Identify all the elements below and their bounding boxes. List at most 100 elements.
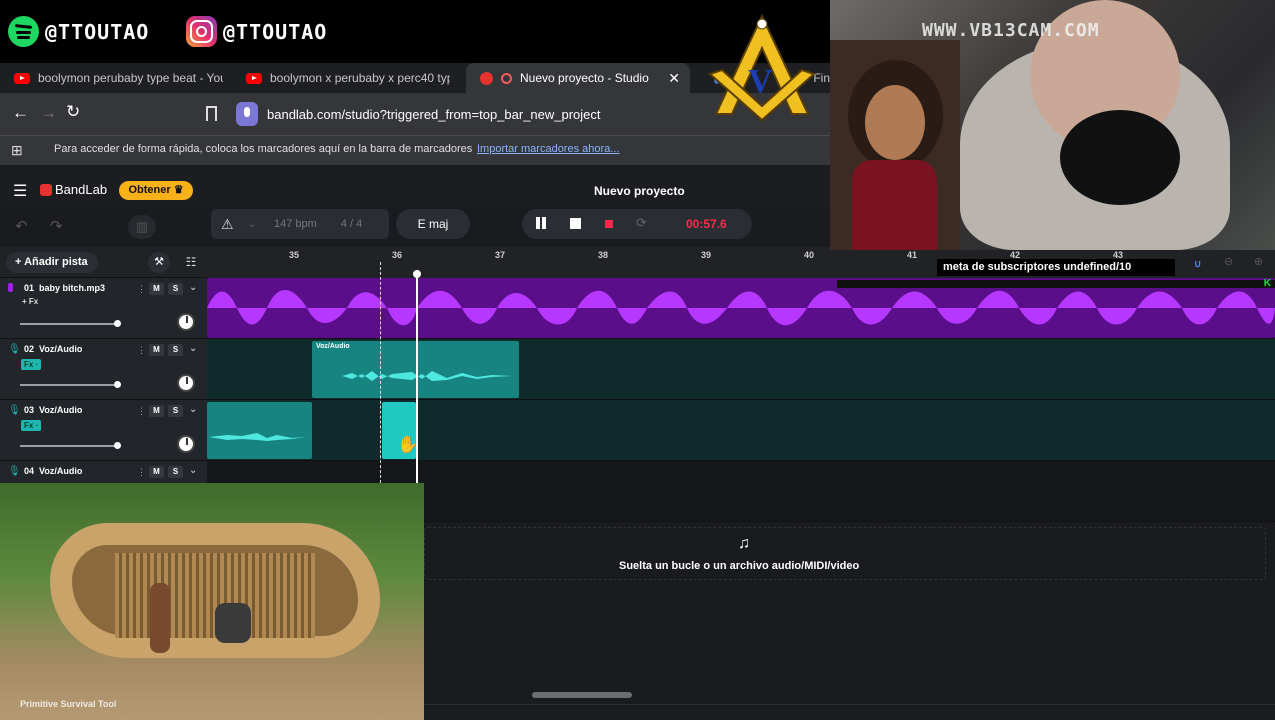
audio-clip-voz-2[interactable] (207, 402, 312, 459)
webcam-watermark: WWW.VB13CAM.COM (922, 20, 1100, 41)
track-expand-icon[interactable]: ⌄ (189, 404, 197, 415)
track-3-title[interactable]: 03 Voz/Audio (24, 405, 82, 415)
close-tab-icon[interactable]: ✕ (668, 70, 680, 87)
volume-handle[interactable] (114, 320, 121, 327)
youtube-icon (14, 72, 30, 84)
ruler-tick: 36 (392, 250, 403, 260)
track-2-pan-knob[interactable] (177, 374, 195, 392)
loop-icon[interactable]: ⟳ (636, 215, 647, 231)
track-2-solo[interactable]: S (168, 344, 183, 356)
track-header-4[interactable]: 🎙 04 Voz/Audio ⋮ M S ⌄ (0, 461, 207, 483)
mic-icon: 🎙 (8, 344, 21, 355)
track-1-mute[interactable]: M (149, 283, 164, 295)
undo-icon[interactable]: ↶ (15, 217, 28, 235)
waveform-clip (209, 433, 307, 441)
apps-grid-icon[interactable]: ⊞ (11, 142, 23, 159)
microphone (1060, 110, 1180, 205)
stop-icon[interactable] (570, 218, 581, 229)
back-arrow-icon[interactable]: ← (12, 103, 29, 123)
track-3-solo[interactable]: S (168, 405, 183, 417)
bandlab-logo-icon (40, 184, 52, 196)
zoom-in-icon[interactable]: ⊕ (1254, 255, 1263, 268)
track-expand-icon[interactable]: ⌄ (189, 282, 197, 293)
drop-zone[interactable]: ♫ Suelta un bucle o un archivo audio/MID… (424, 527, 1266, 580)
track-2-title[interactable]: 02 Voz/Audio (24, 344, 82, 354)
tab-youtube-1[interactable]: boolymon perubaby type beat - YouT (0, 63, 232, 93)
track-1-fx[interactable]: + Fx (22, 297, 38, 306)
track-1-solo[interactable]: S (168, 283, 183, 295)
track-expand-icon[interactable]: ⌄ (189, 343, 197, 354)
track-2-fx[interactable]: Fx · (21, 359, 42, 370)
forward-arrow-icon[interactable]: → (40, 103, 57, 123)
magnet-snap-icon[interactable]: ∪ (1194, 259, 1201, 270)
track-options-icon[interactable]: ⋮ (137, 467, 146, 478)
ruler-tick: 40 (804, 250, 815, 260)
track-1-title[interactable]: 01 baby bitch.mp3 (24, 283, 105, 293)
track-row-3[interactable]: ✋ (207, 400, 1275, 461)
loop-marker[interactable] (380, 262, 381, 483)
import-bookmarks-link[interactable]: Importar marcadores ahora... (477, 143, 619, 155)
playhead[interactable] (416, 270, 418, 483)
youtube-icon (246, 72, 262, 84)
project-title[interactable]: Nuevo proyecto (594, 184, 685, 198)
get-membership-button[interactable]: Obtener ♛ (119, 181, 193, 200)
bandlab-brand[interactable]: BandLab (55, 182, 107, 197)
track-header-3[interactable]: 🎙 03 Voz/Audio Fx · ⋮ M S ⌄ (0, 400, 207, 461)
reload-icon[interactable]: ↻ (66, 102, 80, 122)
mixer-icon[interactable]: ☷ (180, 252, 202, 273)
track-1-color-icon (8, 283, 13, 292)
track-1-volume-slider[interactable] (20, 320, 121, 327)
bandlab-tab-icon (480, 71, 493, 85)
track-3-volume-slider[interactable] (20, 442, 121, 449)
redo-icon[interactable]: ↷ (50, 217, 63, 235)
track-3-fx[interactable]: Fx · (21, 420, 42, 431)
playhead-handle[interactable] (413, 270, 421, 278)
track-options-icon[interactable]: ⋮ (137, 284, 146, 295)
spotify-handle: @TTOUTAO (8, 16, 149, 47)
record-icon[interactable] (605, 220, 613, 228)
track-3-pan-knob[interactable] (177, 435, 195, 453)
time-signature[interactable]: 4 / 4 (341, 218, 362, 230)
tab-youtube-2[interactable]: boolymon x perubaby x perc40 type (232, 63, 464, 93)
tool-wrench-icon[interactable]: ⚒ (148, 252, 170, 273)
track-header-1[interactable]: 01 baby bitch.mp3 + Fx ⋮ M S ⌄ (0, 278, 207, 339)
zoom-out-icon[interactable]: ⊖ (1224, 255, 1233, 268)
bpm-unit: bpm (295, 218, 317, 230)
subscriber-goal-text: meta de subscriptores undefined/10 (943, 261, 1132, 273)
bookmarks-hint: Para acceder de forma rápida, coloca los… (54, 143, 473, 155)
metronome-icon[interactable]: ⚠ (221, 216, 234, 233)
metronome-toggle-icon[interactable]: ▥ (128, 215, 156, 239)
bookmarks-bar: ⊞ Para acceder de forma rápida, coloca l… (0, 135, 830, 165)
bookmark-icon[interactable] (206, 106, 217, 121)
person-2 (215, 603, 251, 643)
get-button-label: Obtener (128, 184, 171, 196)
pause-icon[interactable] (536, 217, 540, 229)
tab-bandlab-studio[interactable]: Nuevo proyecto - Studio ✕ (466, 63, 690, 93)
metronome-dropdown-icon[interactable]: ⌄ (248, 219, 256, 230)
time-display: 00:57.6 (686, 217, 727, 231)
track-header-2[interactable]: 🎙 02 Voz/Audio Fx · ⋮ M S ⌄ (0, 339, 207, 400)
track-4-title[interactable]: 04 Voz/Audio (24, 466, 82, 476)
menu-icon[interactable]: ☰ (13, 181, 27, 201)
spotify-icon (8, 16, 39, 47)
volume-handle[interactable] (114, 381, 121, 388)
key-selector[interactable]: E maj (396, 209, 470, 239)
subscriber-goal-box: meta de subscriptores undefined/10 (937, 259, 1175, 276)
track-2-volume-slider[interactable] (20, 381, 121, 388)
track-options-icon[interactable]: ⋮ (137, 345, 146, 356)
track-3-mute[interactable]: M (149, 405, 164, 417)
track-expand-icon[interactable]: ⌄ (189, 465, 197, 476)
track-1-pan-knob[interactable] (177, 313, 195, 331)
track-row-2[interactable]: Voz/Audio (207, 339, 1275, 400)
mic-permission-icon[interactable] (236, 102, 258, 126)
address-bar-url[interactable]: bandlab.com/studio?triggered_from=top_ba… (267, 107, 601, 122)
track-4-mute[interactable]: M (149, 466, 164, 478)
add-track-button[interactable]: + Añadir pista (6, 252, 98, 273)
recording-icon (501, 72, 512, 84)
volume-handle[interactable] (114, 442, 121, 449)
bpm-field[interactable]: 147 bpm (274, 218, 317, 230)
track-2-mute[interactable]: M (149, 344, 164, 356)
track-4-solo[interactable]: S (168, 466, 183, 478)
track-options-icon[interactable]: ⋮ (137, 406, 146, 417)
horizontal-scrollbar[interactable] (532, 692, 632, 698)
